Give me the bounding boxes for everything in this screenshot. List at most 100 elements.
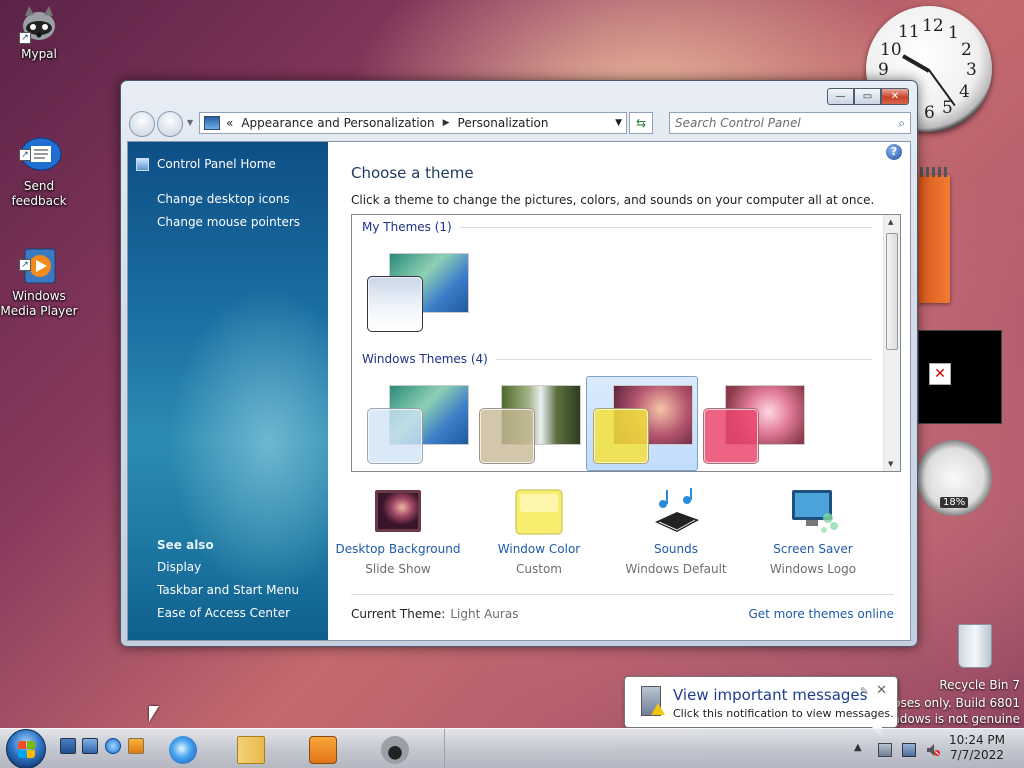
sounds-label[interactable]: Sounds bbox=[606, 542, 746, 556]
desktop-background-label[interactable]: Desktop Background bbox=[328, 542, 468, 556]
screen-saver-icon bbox=[786, 488, 840, 536]
address-dropdown-icon[interactable]: ▼ bbox=[615, 118, 622, 128]
taskbar-clock[interactable]: 10:24 PM 7/7/2022 bbox=[944, 733, 1010, 763]
scroll-down-arrow-icon[interactable]: ▼ bbox=[888, 460, 893, 468]
back-button[interactable] bbox=[129, 111, 155, 137]
switch-windows-quick-icon[interactable] bbox=[82, 738, 98, 754]
theme-list[interactable]: My Themes (1) Windows Themes (4) ▲ ▼ bbox=[351, 214, 901, 472]
raccoon-icon: ↗ bbox=[19, 4, 59, 44]
cpu-meter-percent: 18% bbox=[940, 497, 969, 508]
search-placeholder: Search Control Panel bbox=[675, 116, 801, 130]
scrollbar-thumb[interactable] bbox=[886, 233, 898, 350]
content-divider bbox=[351, 594, 894, 595]
clock-numeral: 4 bbox=[959, 82, 970, 102]
clock-numeral: 12 bbox=[922, 16, 944, 36]
network-tray-icon[interactable] bbox=[902, 743, 916, 757]
clock-numeral: 1 bbox=[948, 23, 959, 43]
internet-explorer-icon bbox=[169, 736, 197, 764]
change-mouse-pointers-link[interactable]: Change mouse pointers bbox=[157, 215, 300, 229]
task-pane: Control Panel Home Change desktop icons … bbox=[128, 142, 328, 640]
sounds-option[interactable]: Sounds Windows Default bbox=[606, 488, 746, 576]
desktop-background-icon bbox=[371, 488, 425, 536]
window-color-value: Custom bbox=[516, 562, 562, 576]
maximize-button[interactable]: ▭ bbox=[854, 88, 881, 105]
clock-numeral: 2 bbox=[961, 40, 972, 60]
clock-numeral: 6 bbox=[924, 103, 935, 123]
screen-saver-label[interactable]: Screen Saver bbox=[743, 542, 883, 556]
theme-thumbnail-light-auras-selected[interactable] bbox=[586, 376, 698, 471]
media-player-icon bbox=[309, 736, 337, 764]
personalization-window[interactable]: — ▭ ✕ ▼ « Appearance and Personalization… bbox=[120, 80, 918, 647]
theme-thumbnail-windows-7[interactable] bbox=[367, 385, 471, 467]
taskbar-start-menu-link[interactable]: Taskbar and Start Menu bbox=[157, 583, 299, 597]
action-center-tray-icon[interactable] bbox=[878, 743, 892, 757]
notification-balloon[interactable]: View important messages Click this notif… bbox=[624, 676, 898, 728]
theme-thumbnail-landscape[interactable] bbox=[479, 385, 583, 467]
taskbar-date: 7/7/2022 bbox=[950, 748, 1004, 762]
get-more-themes-link[interactable]: Get more themes online bbox=[748, 607, 894, 621]
desktop-icon-send-feedback[interactable]: ↗ Send feedback bbox=[0, 106, 78, 209]
media-player-quick-icon[interactable] bbox=[128, 738, 144, 754]
balloon-text: Click this notification to view messages… bbox=[673, 707, 894, 720]
breadcrumb-prefix[interactable]: « bbox=[226, 116, 233, 130]
theme-list-scrollbar[interactable]: ▲ ▼ bbox=[883, 215, 900, 471]
taskbar-media-player[interactable] bbox=[296, 732, 350, 768]
change-desktop-icons-link[interactable]: Change desktop icons bbox=[157, 192, 290, 206]
show-desktop-quick-icon[interactable] bbox=[60, 738, 76, 754]
group-heading-label: My Themes (1) bbox=[362, 220, 452, 234]
taskbar-time: 10:24 PM bbox=[949, 733, 1005, 747]
taskbar-internet-explorer[interactable] bbox=[156, 732, 210, 768]
clock-numeral: 11 bbox=[898, 22, 920, 42]
balloon-close-button[interactable]: ✕ bbox=[876, 683, 887, 698]
notes-gadget[interactable] bbox=[918, 167, 950, 303]
control-panel-home-link[interactable]: Control Panel Home bbox=[136, 157, 276, 171]
caption-buttons: — ▭ ✕ bbox=[827, 88, 909, 105]
start-button[interactable] bbox=[6, 729, 46, 768]
windows-themes-heading: Windows Themes (4) bbox=[362, 352, 872, 366]
desktop-icon-label: Mypal bbox=[21, 47, 57, 61]
volume-muted-tray-icon[interactable] bbox=[926, 743, 940, 757]
search-input[interactable]: Search Control Panel ⌕ bbox=[669, 112, 911, 134]
taskbar-explorer[interactable] bbox=[224, 732, 278, 768]
window-color-label[interactable]: Window Color bbox=[469, 542, 609, 556]
windows-logo-icon bbox=[18, 741, 36, 759]
folder-icon bbox=[237, 736, 265, 764]
sounds-value: Windows Default bbox=[625, 562, 727, 576]
close-button[interactable]: ✕ bbox=[881, 88, 909, 105]
desktop-icon-windows-media-player[interactable]: ↗ Windows Media Player bbox=[0, 216, 78, 319]
breadcrumb-personalization[interactable]: Personalization bbox=[458, 116, 549, 130]
taskbar-mypal[interactable] bbox=[368, 732, 422, 768]
desktop-background-option[interactable]: Desktop Background Slide Show bbox=[328, 488, 468, 576]
balloon-title[interactable]: View important messages bbox=[673, 686, 867, 704]
desktop-icon-recycle-bin[interactable] bbox=[944, 624, 1006, 668]
feed-gadget[interactable]: ✕ bbox=[918, 330, 1002, 424]
see-also-heading: See also bbox=[157, 538, 214, 552]
help-icon[interactable]: ? bbox=[886, 144, 902, 160]
theme-thumbnail-nature[interactable] bbox=[703, 385, 807, 467]
taskbar bbox=[0, 728, 1024, 768]
screen-saver-option[interactable]: Screen Saver Windows Logo bbox=[743, 488, 883, 576]
minimize-button[interactable]: — bbox=[827, 88, 854, 105]
window-color-option[interactable]: Window Color Custom bbox=[469, 488, 609, 576]
desktop-icon-label: Send feedback bbox=[11, 179, 67, 208]
breadcrumb-separator-icon[interactable]: ▶ bbox=[443, 118, 450, 128]
recent-pages-dropdown[interactable]: ▼ bbox=[187, 118, 193, 127]
balloon-options-icon[interactable]: ✎ bbox=[860, 685, 869, 698]
breadcrumb-appearance[interactable]: Appearance and Personalization bbox=[241, 116, 434, 130]
theme-thumbnail-unsaved[interactable] bbox=[367, 253, 471, 335]
current-theme: Current Theme: Light Auras bbox=[351, 607, 518, 621]
search-icon[interactable]: ⌕ bbox=[898, 113, 905, 133]
address-bar[interactable]: « Appearance and Personalization ▶ Perso… bbox=[199, 112, 627, 134]
display-link[interactable]: Display bbox=[157, 560, 201, 574]
show-hidden-icons-arrow-icon[interactable]: ▲ bbox=[854, 742, 862, 753]
desktop-icon-mypal[interactable]: ↗ Mypal bbox=[0, 4, 78, 62]
control-panel-home-icon bbox=[136, 157, 149, 171]
ease-of-access-link[interactable]: Ease of Access Center bbox=[157, 606, 290, 620]
scroll-up-arrow-icon[interactable]: ▲ bbox=[888, 218, 893, 226]
forward-button[interactable] bbox=[157, 111, 183, 137]
screen-saver-value: Windows Logo bbox=[769, 562, 857, 576]
refresh-button[interactable]: ⇆ bbox=[629, 112, 653, 134]
broken-image-icon: ✕ bbox=[929, 363, 951, 385]
cpu-meter-gadget[interactable]: 18% bbox=[916, 440, 992, 516]
internet-explorer-quick-icon[interactable] bbox=[105, 738, 121, 754]
